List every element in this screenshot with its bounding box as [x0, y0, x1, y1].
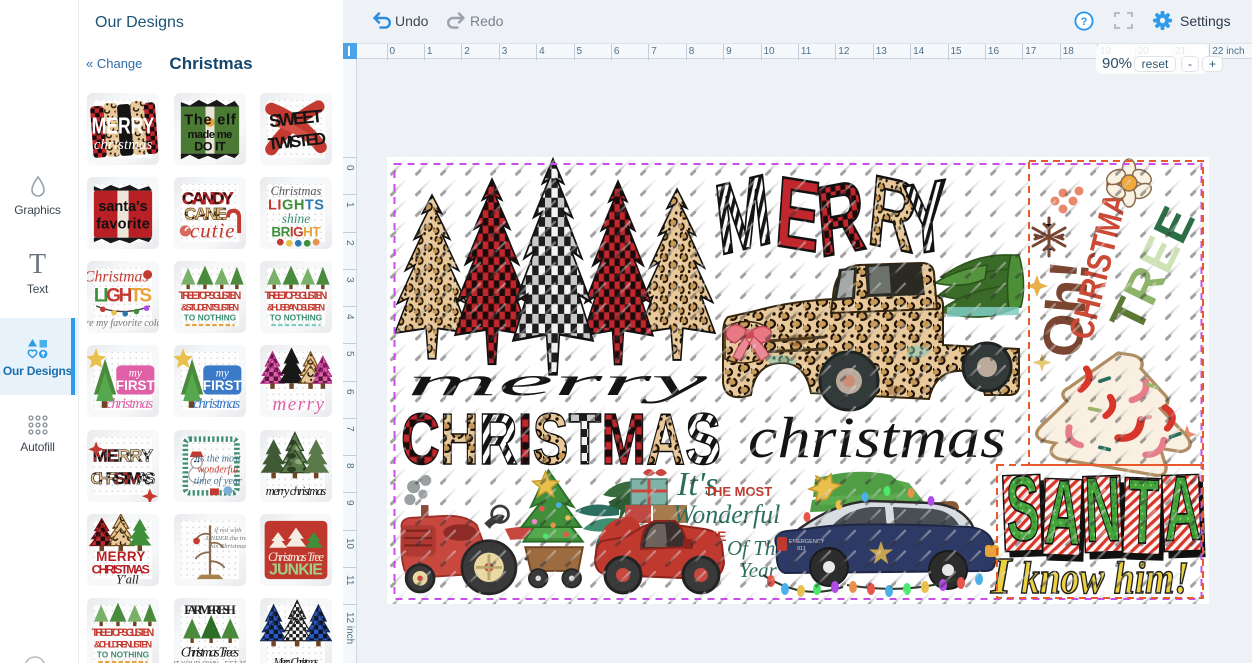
- svg-text:favorite: favorite: [96, 217, 150, 233]
- svg-text:TO NOTHING: TO NOTHING: [183, 313, 235, 323]
- svg-text:its the most: its the most: [194, 454, 240, 465]
- svg-text:TREE TOPS GLISTEN: TREE TOPS GLISTEN: [92, 627, 155, 639]
- svg-text:if not with: if not with: [214, 527, 242, 534]
- svg-text:christmas: christmas: [94, 137, 153, 153]
- svg-text:cutie: cutie: [189, 219, 234, 243]
- svg-text:?: ?: [1081, 16, 1088, 28]
- svg-text:christmas: christmas: [106, 396, 153, 412]
- svg-text:Merry Christmas: Merry Christmas: [273, 656, 319, 663]
- svg-text:Christmas: Christmas: [271, 184, 322, 198]
- svg-text:merry: merry: [272, 394, 324, 415]
- svg-text:FARM FRESH: FARM FRESH: [184, 603, 236, 617]
- svg-text:TREE TOPS GLISTEN: TREE TOPS GLISTEN: [178, 290, 241, 302]
- svg-text:wonderful: wonderful: [197, 465, 238, 476]
- svg-text:this Christmas: this Christmas: [208, 543, 246, 550]
- svg-text:DO IT: DO IT: [194, 139, 226, 153]
- svg-text:FIRST: FIRST: [116, 378, 156, 393]
- svg-text:TO NOTHING: TO NOTHING: [97, 650, 149, 660]
- svg-text:are my favorite color: are my favorite color: [87, 318, 159, 329]
- svg-text:santa's: santa's: [98, 199, 147, 215]
- svg-text:time of year: time of year: [193, 476, 241, 487]
- svg-text:CHRISTMAS: CHRISTMAS: [91, 469, 156, 488]
- svg-text:Y'all: Y'all: [116, 573, 139, 586]
- svg-text:TREE TOPS GLISTEN: TREE TOPS GLISTEN: [265, 290, 328, 302]
- svg-text:JUNKIE: JUNKIE: [269, 562, 323, 579]
- svg-text:merry christmas: merry christmas: [266, 484, 327, 498]
- svg-text:Christmas Trees: Christmas Trees: [180, 644, 238, 659]
- svg-text:UNDER the tree: UNDER the tree: [205, 535, 245, 542]
- svg-text:LIGHTS: LIGHTS: [94, 285, 152, 306]
- svg-text:FIRST: FIRST: [202, 378, 242, 393]
- svg-text:BRIGHT: BRIGHT: [271, 225, 321, 240]
- svg-text:christmas: christmas: [193, 396, 240, 412]
- svg-text:MERRY: MERRY: [92, 112, 155, 138]
- svg-text:Christmas: Christmas: [87, 268, 149, 285]
- svg-text:TO NOTHING: TO NOTHING: [270, 313, 322, 323]
- svg-text:The elf: The elf: [184, 113, 236, 129]
